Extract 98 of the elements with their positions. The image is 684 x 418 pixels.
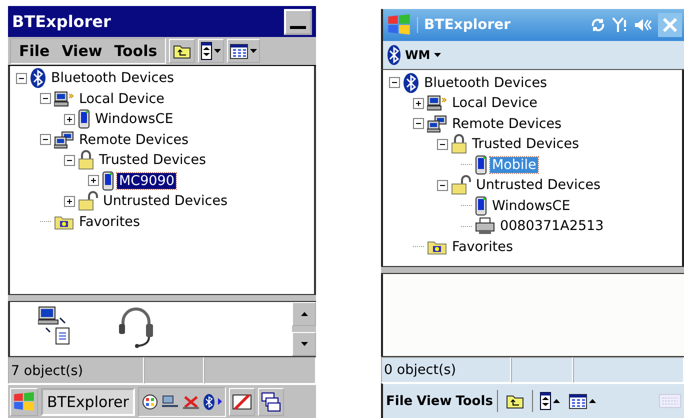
collapse-toggle-icon[interactable] (16, 72, 27, 84)
color-wheel-icon (142, 394, 158, 410)
bluetooth-icon (387, 45, 401, 66)
tree-item[interactable]: Remote Devices (77, 132, 191, 148)
tree-item[interactable]: Bluetooth Devices (49, 70, 176, 86)
speaker-icon (634, 16, 652, 33)
collapse-toggle-icon[interactable] (413, 118, 424, 130)
printer-icon (475, 217, 495, 236)
collapse-toggle-icon[interactable] (64, 154, 75, 166)
handheld-icon (475, 154, 487, 175)
tree-item[interactable]: Mobile (490, 156, 538, 173)
tree-item[interactable]: Favorites (77, 214, 142, 230)
computer-icon (54, 90, 74, 107)
splitter-bar[interactable] (8, 294, 316, 302)
disconnected-icon (182, 394, 200, 410)
file-transfer-icon (38, 306, 72, 346)
tree-item[interactable]: Remote Devices (450, 116, 564, 132)
pen-input-button[interactable] (229, 388, 255, 416)
handheld-icon (102, 170, 114, 191)
menu-item[interactable]: View (416, 394, 452, 409)
tree-item[interactable]: Bluetooth Devices (422, 74, 550, 91)
sync-icon (590, 16, 606, 33)
sort-icon (201, 42, 212, 60)
expand-toggle-icon[interactable] (88, 175, 99, 186)
network-icon (161, 394, 179, 410)
scroll-down-button[interactable] (292, 332, 316, 356)
taskbar-button[interactable]: BTExplorer (41, 388, 135, 416)
windows-stack-icon (261, 392, 281, 412)
tree-item[interactable]: WindowsCE (490, 198, 572, 214)
tree-item[interactable]: Favorites (450, 238, 515, 255)
network-computers-icon (54, 130, 74, 149)
up-folder-icon (173, 44, 192, 58)
collapse-toggle-icon[interactable] (437, 180, 448, 191)
handheld-icon (475, 196, 487, 216)
expand-toggle-icon[interactable] (413, 98, 424, 109)
pen-icon (232, 392, 252, 412)
headset-icon (117, 306, 155, 348)
computer-icon (427, 95, 447, 112)
tree-item[interactable]: Local Device (77, 90, 166, 107)
bluetooth-icon (203, 394, 215, 410)
scroll-up-button[interactable] (292, 302, 316, 326)
menu-item[interactable]: Tools (456, 394, 493, 409)
up-folder-button[interactable] (169, 39, 196, 63)
view-button[interactable] (227, 39, 260, 63)
view-grid-icon (568, 394, 587, 409)
splitter-bar[interactable] (381, 266, 684, 274)
view-grid-icon (230, 44, 248, 58)
collapse-toggle-icon[interactable] (40, 93, 51, 104)
tree-item[interactable]: Untrusted Devices (101, 193, 230, 210)
collapse-toggle-icon[interactable] (437, 138, 448, 150)
handheld-icon (78, 109, 90, 130)
menu-item[interactable]: Tools (108, 42, 164, 60)
tree-item[interactable]: Local Device (450, 95, 540, 112)
menu-item[interactable]: File (13, 42, 56, 60)
open-padlock-icon (78, 191, 98, 212)
open-padlock-icon (451, 175, 471, 196)
close-icon (663, 18, 677, 32)
tree-item[interactable]: WindowsCE (93, 111, 176, 128)
menu-item[interactable]: View (56, 42, 108, 60)
tree-item[interactable]: 0080371A2513 (498, 218, 606, 234)
windows-flag-icon (13, 390, 35, 412)
padlock-icon (78, 150, 94, 170)
caret-icon (300, 342, 308, 346)
antenna-icon (612, 16, 628, 33)
caret-icon (434, 53, 442, 58)
window-title: BTExplorer (417, 16, 584, 33)
padlock-icon (451, 134, 467, 154)
expand-toggle-icon[interactable] (64, 196, 75, 207)
caret-up-icon (588, 399, 596, 404)
tree-item[interactable]: Trusted Devices (97, 152, 208, 168)
windows-flag-icon (387, 12, 411, 37)
keyboard-icon (659, 394, 681, 408)
collapse-toggle-icon[interactable] (40, 134, 51, 146)
caret-up-icon (300, 312, 308, 316)
minimize-button[interactable] (284, 8, 312, 34)
status-text: 0 object(s) (381, 356, 511, 384)
network-computers-icon (427, 114, 447, 133)
sort-icon (540, 392, 551, 410)
folder-icon (427, 238, 447, 255)
caret-up-icon (552, 399, 560, 404)
tree-item[interactable]: Untrusted Devices (474, 177, 603, 194)
device-dropdown[interactable]: WM (387, 45, 442, 66)
window-title: BTExplorer (12, 12, 111, 31)
bluetooth-icon (403, 72, 419, 93)
status-text: 7 object(s) (8, 357, 144, 384)
expand-toggle-icon[interactable] (64, 114, 75, 125)
tree-item[interactable]: Trusted Devices (470, 136, 582, 152)
start-button[interactable] (10, 388, 38, 416)
up-folder-icon (506, 394, 524, 409)
folder-icon (54, 214, 74, 230)
collapse-toggle-icon[interactable] (389, 77, 400, 88)
caret-icon (250, 49, 258, 53)
menu-item[interactable]: File (386, 394, 413, 409)
tree-item[interactable]: MC9090 (117, 172, 176, 189)
sort-button[interactable] (198, 39, 224, 63)
caret-icon (214, 49, 222, 53)
windows-button[interactable] (258, 388, 284, 416)
caret-right-icon (218, 398, 222, 405)
